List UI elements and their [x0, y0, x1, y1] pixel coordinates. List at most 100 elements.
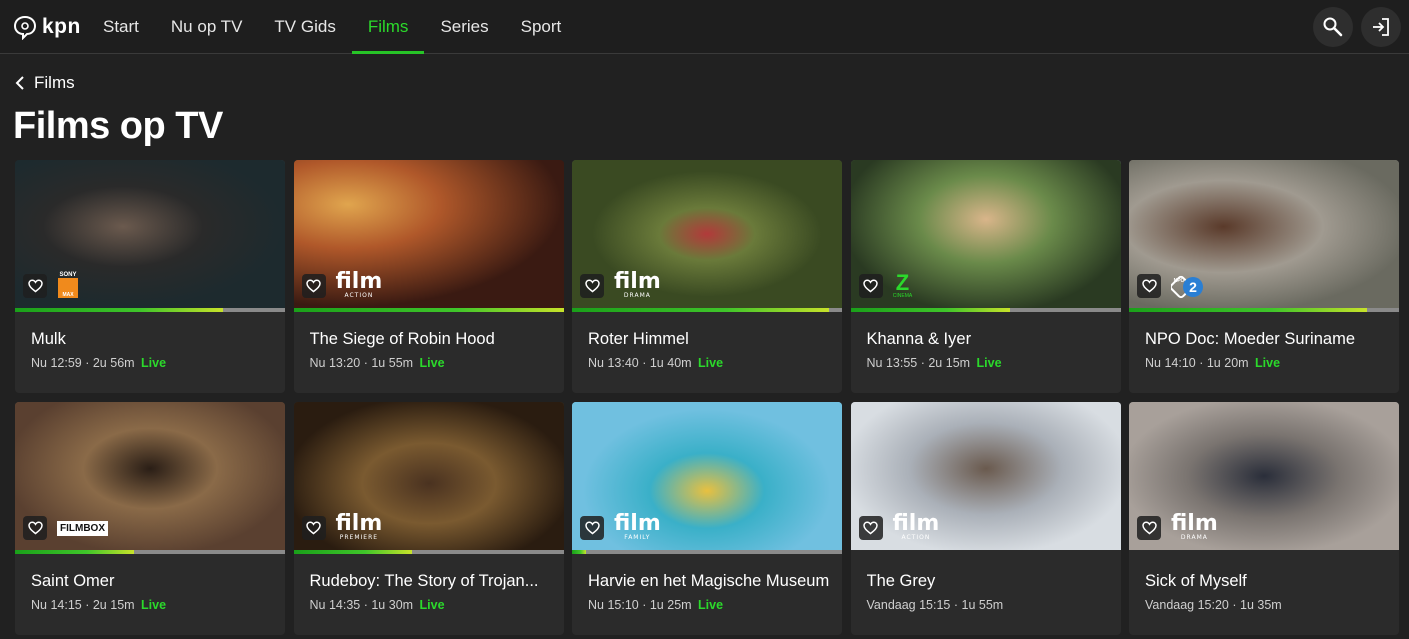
channel-logo-text: film — [614, 511, 661, 536]
favorite-button[interactable] — [858, 274, 883, 298]
channel-logo: 2 NPO — [1171, 272, 1205, 300]
movie-meta: Nu 14:35 · 1u 30m Live — [310, 598, 445, 612]
movie-title: Khanna & Iyer — [866, 330, 972, 348]
channel-logo-film: film DRAMA — [614, 271, 661, 299]
movie-thumbnail — [850, 160, 1121, 308]
live-badge: Live — [141, 598, 167, 612]
channel-logo: film DRAMA — [1171, 511, 1218, 542]
movie-duration: 1u 40m — [649, 356, 692, 370]
movie-duration: 1u 25m — [649, 598, 692, 612]
channel-logo-top: Z — [895, 270, 910, 295]
progress-bar — [15, 308, 285, 312]
channel-logo: film DRAMA — [614, 271, 661, 300]
movie-time: Vandaag 15:20 — [1145, 598, 1229, 612]
favorite-button[interactable] — [301, 516, 326, 540]
channel-logo: Z CINEMA — [893, 272, 913, 300]
movie-title: Mulk — [31, 330, 66, 348]
channel-logo-sony-max: SONY MAX — [57, 272, 79, 300]
movie-card[interactable]: film PREMIERE Rudeboy: The Story of Troj… — [293, 402, 564, 635]
progress-fill — [15, 308, 223, 312]
favorite-button[interactable] — [1137, 274, 1161, 298]
movie-meta: Nu 12:59 · 2u 56m Live — [31, 356, 166, 370]
favorite-button[interactable] — [1137, 516, 1161, 540]
nav-nu-op-tv[interactable]: Nu op TV — [155, 0, 259, 54]
channel-logo-sub: CINEMA — [892, 293, 913, 299]
favorite-button[interactable] — [301, 274, 326, 298]
nav-sport[interactable]: Sport — [505, 0, 578, 54]
meta-separator: · — [642, 598, 650, 612]
movie-grid: SONY MAX Mulk Nu 12:59 · 2u 56m Live fil… — [15, 160, 1399, 635]
channel-logo-sub: DRAMA — [1180, 534, 1208, 541]
channel-logo-text: film — [335, 269, 383, 294]
movie-meta: Nu 13:20 · 1u 55m Live — [310, 356, 445, 370]
nav-tv-gids[interactable]: TV Gids — [258, 0, 351, 54]
favorite-button[interactable] — [580, 516, 604, 540]
movie-meta: Nu 13:55 · 2u 15m Live — [867, 356, 1002, 370]
movie-meta: Nu 15:10 · 1u 25m Live — [588, 598, 723, 612]
movie-time: Nu 14:10 — [1145, 356, 1196, 370]
channel-logo: SONY MAX — [57, 272, 79, 300]
movie-card[interactable]: FILMBOX Saint Omer Nu 14:15 · 2u 15m Liv… — [15, 402, 285, 635]
movie-card[interactable]: 2 NPO NPO Doc: Moeder Suriname Nu 14:10 … — [1129, 160, 1399, 393]
channel-logo-film: film FAMILY — [614, 511, 661, 541]
channel-logo-film: film ACTION — [893, 513, 940, 541]
movie-card[interactable]: film ACTION The Grey Vandaag 15:15 · 1u … — [850, 402, 1121, 635]
movie-duration: 1u 35m — [1240, 598, 1282, 612]
nav-films[interactable]: Films — [351, 0, 425, 54]
movie-card[interactable]: Z CINEMA Khanna & Iyer Nu 13:55 · 2u 15m… — [850, 160, 1121, 393]
search-button[interactable] — [1313, 7, 1353, 47]
movie-card[interactable]: SONY MAX Mulk Nu 12:59 · 2u 56m Live — [15, 160, 285, 393]
movie-card[interactable]: film DRAMA Sick of Myself Vandaag 15:20 … — [1129, 402, 1399, 635]
heart-icon — [1141, 521, 1157, 535]
movie-time: Nu 15:10 — [588, 598, 639, 612]
nav-series[interactable]: Series — [424, 0, 504, 54]
kpn-logo[interactable]: kpn — [12, 13, 81, 41]
progress-fill — [572, 308, 829, 312]
movie-thumbnail — [850, 402, 1121, 550]
movie-thumbnail — [1129, 160, 1399, 308]
progress-bar — [1129, 550, 1399, 554]
movie-card[interactable]: film DRAMA Roter Himmel Nu 13:40 · 1u 40… — [572, 160, 842, 393]
channel-logo: film ACTION — [893, 513, 940, 542]
channel-logo-sub: ACTION — [901, 534, 931, 541]
movie-title: Sick of Myself — [1145, 572, 1247, 590]
favorite-button[interactable] — [580, 274, 604, 298]
favorite-button[interactable] — [23, 274, 47, 298]
logo-text: kpn — [42, 15, 81, 38]
channel-logo-zee: Z CINEMA — [892, 270, 913, 300]
movie-meta: Nu 14:10 · 1u 20m Live — [1145, 356, 1280, 370]
meta-separator: · — [953, 598, 962, 612]
progress-bar — [572, 550, 842, 554]
movie-thumbnail — [15, 402, 285, 550]
top-bar: kpn Start Nu op TV TV Gids Films Series … — [0, 0, 1409, 54]
movie-title: The Siege of Robin Hood — [309, 330, 495, 348]
channel-logo-sub: ACTION — [344, 292, 374, 299]
movie-card[interactable]: film ACTION The Siege of Robin Hood Nu 1… — [293, 160, 564, 393]
progress-fill — [293, 550, 413, 554]
movie-time: Nu 14:15 — [31, 598, 82, 612]
movie-thumbnail — [572, 402, 842, 550]
favorite-button[interactable] — [23, 516, 47, 540]
progress-fill — [1129, 308, 1367, 312]
movie-title: Rudeboy: The Story of Trojan... — [309, 572, 539, 590]
heart-icon — [27, 279, 43, 293]
kpn-logo-icon — [13, 15, 37, 40]
movie-meta: Vandaag 15:20 · 1u 35m — [1145, 598, 1285, 612]
movie-title: Roter Himmel — [588, 330, 689, 348]
meta-separator: · — [85, 598, 93, 612]
movie-card[interactable]: film FAMILY Harvie en het Magische Museu… — [572, 402, 842, 635]
progress-bar — [1129, 308, 1399, 312]
progress-bar — [293, 308, 564, 312]
channel-logo-text: film — [1171, 511, 1218, 536]
login-button[interactable] — [1361, 7, 1401, 47]
live-badge: Live — [976, 356, 1002, 370]
movie-title: Saint Omer — [31, 572, 115, 590]
nav-start[interactable]: Start — [87, 0, 155, 54]
chevron-left-icon — [15, 76, 24, 90]
movie-thumbnail — [572, 160, 842, 308]
favorite-button[interactable] — [858, 516, 883, 540]
live-badge: Live — [141, 356, 167, 370]
breadcrumb-back[interactable]: Films — [14, 72, 75, 94]
meta-separator: · — [1232, 598, 1240, 612]
breadcrumb-label: Films — [34, 73, 75, 92]
